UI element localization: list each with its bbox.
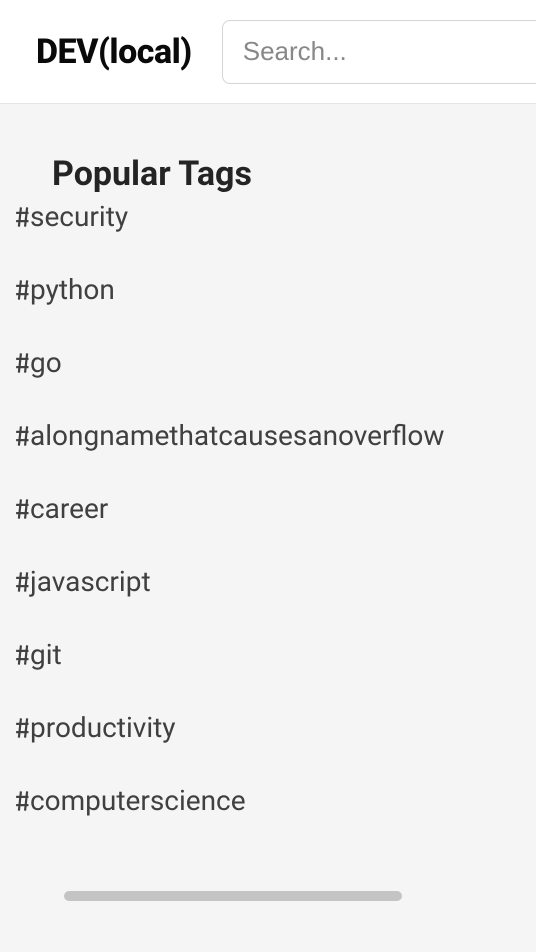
tag-label: productivity <box>30 711 176 744</box>
tag-label: python <box>30 273 115 306</box>
tag-label: git <box>30 638 62 671</box>
tag-item[interactable]: alongnamethatcausesanoverflow <box>16 399 496 472</box>
hash-icon <box>16 641 30 669</box>
hash-icon <box>16 276 30 304</box>
site-logo[interactable]: DEV(local) <box>36 32 192 72</box>
tag-item[interactable]: git <box>16 618 496 691</box>
sidebar-content: Popular Tags security python go alongnam… <box>0 104 536 902</box>
hash-icon <box>16 787 30 815</box>
hash-icon <box>16 568 30 596</box>
tag-item[interactable]: python <box>16 253 496 326</box>
tag-item[interactable]: productivity <box>16 691 496 764</box>
hash-icon <box>16 203 30 231</box>
header: DEV(local) <box>0 0 536 104</box>
tag-item[interactable]: computerscience <box>16 764 496 837</box>
hash-icon <box>16 349 30 377</box>
horizontal-scrollbar-thumb[interactable] <box>64 891 402 901</box>
tag-label: computerscience <box>30 784 246 817</box>
hash-icon <box>16 495 30 523</box>
tag-item[interactable]: career <box>16 472 496 545</box>
hash-icon <box>16 422 30 450</box>
tag-label: javascript <box>30 565 151 598</box>
tag-label: alongnamethatcausesanoverflow <box>30 419 444 452</box>
tag-label: security <box>30 202 128 233</box>
tag-item[interactable]: security <box>16 202 496 253</box>
tag-item[interactable]: javascript <box>16 545 496 618</box>
popular-tags-title: Popular Tags <box>52 154 496 194</box>
tag-item[interactable]: go <box>16 326 496 399</box>
tags-list-container[interactable]: security python go alongnamethatcausesan… <box>16 202 506 902</box>
hash-icon <box>16 714 30 742</box>
horizontal-scrollbar[interactable] <box>64 890 466 902</box>
tag-label: career <box>30 492 108 525</box>
tag-label: go <box>30 346 62 379</box>
tags-scroll-content: security python go alongnamethatcausesan… <box>16 202 496 849</box>
search-input[interactable] <box>222 20 536 84</box>
